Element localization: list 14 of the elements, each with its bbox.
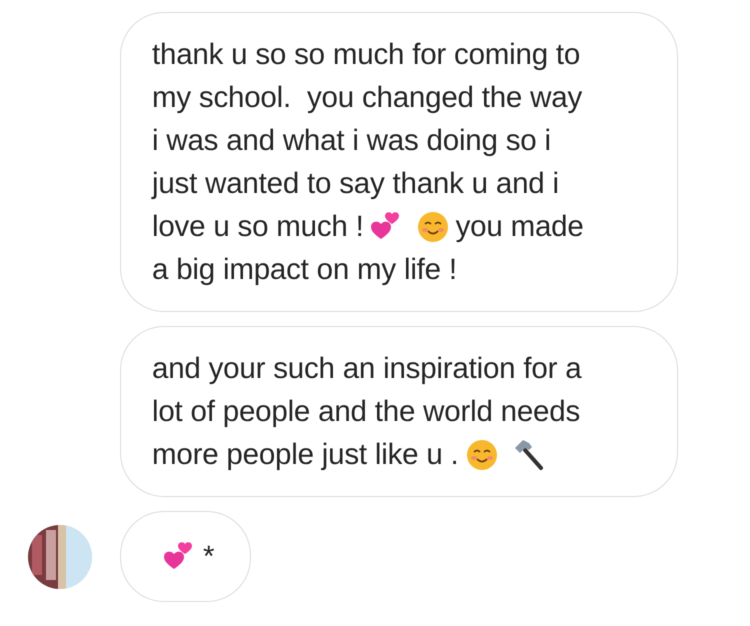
message-text: more people just like u . bbox=[152, 437, 459, 473]
smiling-face-icon bbox=[416, 210, 450, 244]
message-text: a big impact on my life ! bbox=[152, 252, 457, 288]
message-text: my school. you changed the way bbox=[152, 80, 582, 116]
message-text: just wanted to say thank u and i bbox=[152, 166, 559, 202]
smiling-face-icon bbox=[464, 438, 499, 472]
avatar[interactable] bbox=[28, 524, 92, 588]
message-text: you made bbox=[456, 209, 584, 245]
message-text: and your such an inspiration for a bbox=[152, 351, 582, 387]
message-text: * bbox=[203, 539, 214, 575]
message-text: love u so much ! bbox=[152, 209, 364, 245]
message-text: lot of people and the world needs bbox=[152, 394, 580, 430]
message-text: i was and what i was doing so i bbox=[152, 123, 551, 159]
message-text: thank u so so much for coming to bbox=[152, 37, 580, 73]
